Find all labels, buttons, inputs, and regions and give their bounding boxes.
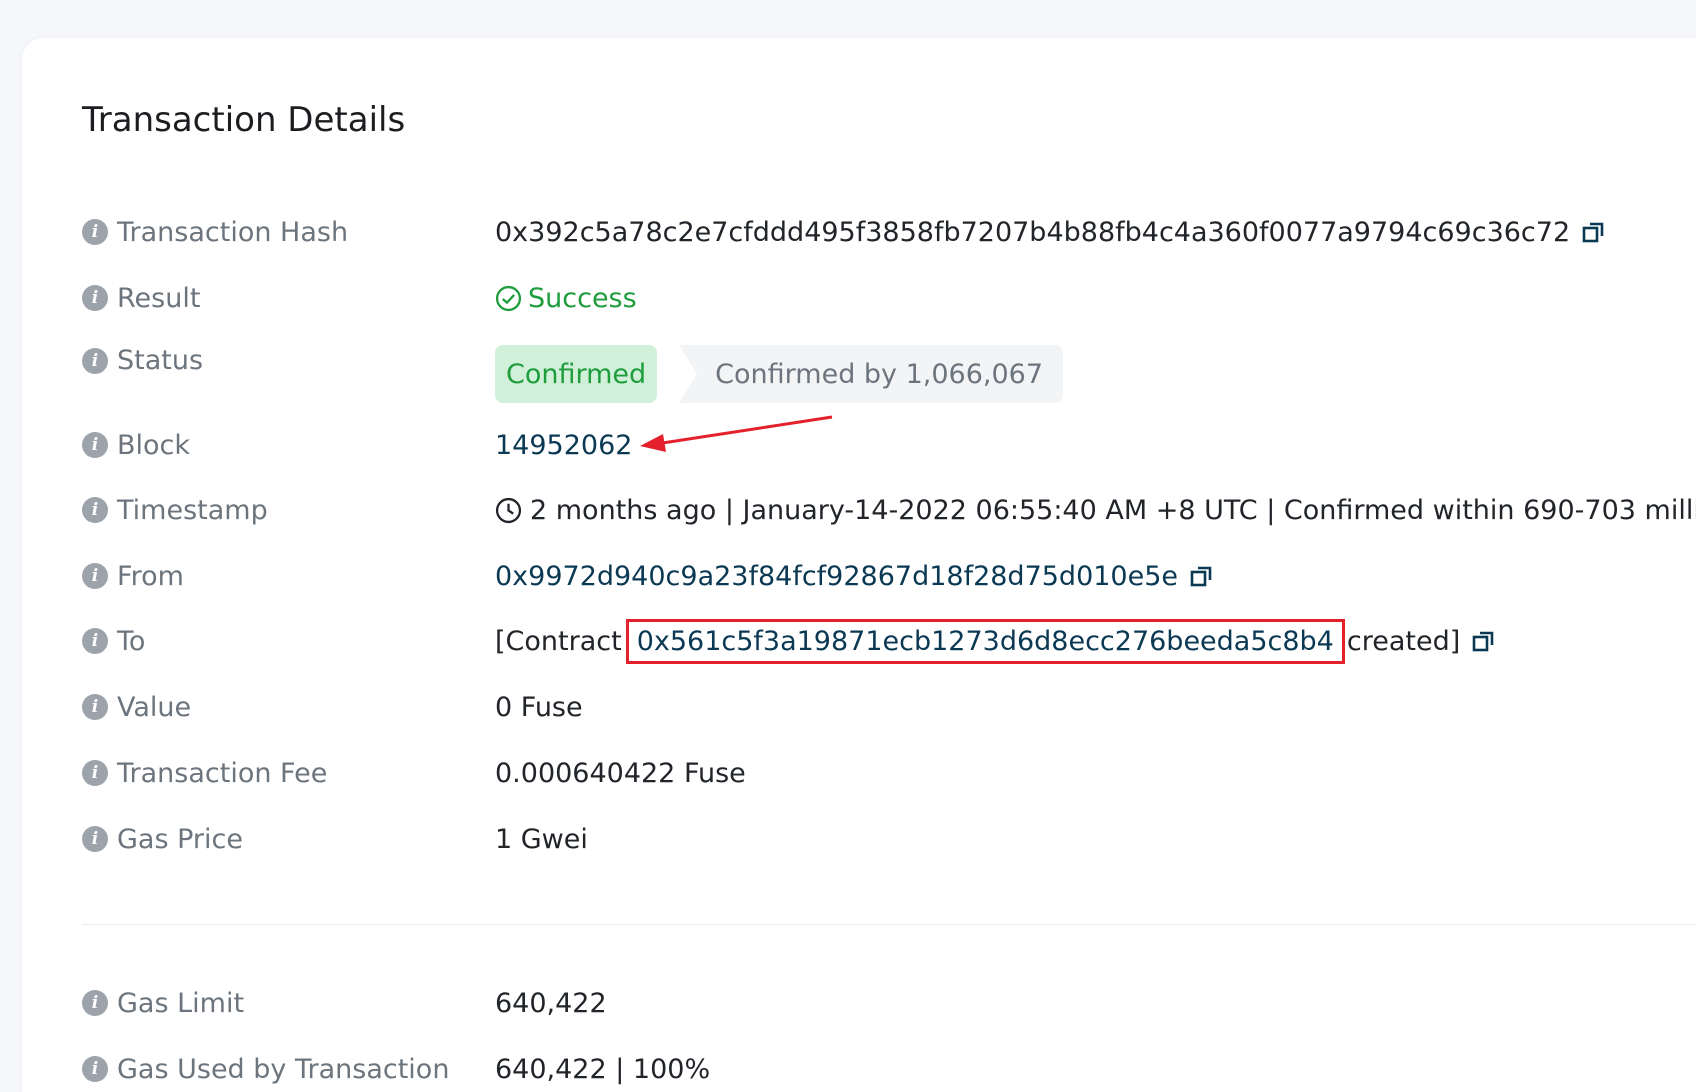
info-icon[interactable]: i [82, 694, 108, 720]
value-amount: 0 Fuse [495, 691, 583, 723]
label-transaction-fee: i Transaction Fee [82, 758, 495, 789]
page-title: Transaction Details [82, 100, 406, 140]
info-icon[interactable]: i [82, 1056, 108, 1082]
info-icon[interactable]: i [82, 219, 108, 245]
info-icon[interactable]: i [82, 285, 108, 311]
value-transaction-fee: 0.000640422 Fuse [495, 757, 746, 789]
row-gas-price: i Gas Price 1 Gwei [82, 819, 588, 859]
info-icon[interactable]: i [82, 432, 108, 458]
label-transaction-hash: i Transaction Hash [82, 217, 495, 248]
label-gas-price: i Gas Price [82, 824, 495, 855]
contract-address-link[interactable]: 0x561c5f3a19871ecb1273d6d8ecc276beeda5c8… [625, 618, 1345, 664]
info-icon[interactable]: i [82, 628, 108, 654]
timestamp-text: 2 months ago | January-14-2022 06:55:40 … [530, 494, 1696, 526]
row-from: i From 0x9972d940c9a23f84fcf92867d18f28d… [82, 556, 1214, 596]
copy-icon[interactable] [1190, 564, 1214, 588]
value-status: Confirmed Confirmed by 1,066,067 [495, 345, 1064, 403]
info-icon[interactable]: i [82, 760, 108, 786]
row-to: i To [Contract 0x561c5f3a19871ecb1273d6d… [82, 618, 1496, 664]
info-icon[interactable]: i [82, 826, 108, 852]
row-block: i Block 14952062 [82, 425, 632, 465]
label-status: i Status [82, 345, 495, 376]
value-transaction-hash: 0x392c5a78c2e7cfddd495f3858fb7207b4b88fb… [495, 217, 1606, 248]
value-block: 14952062 [495, 430, 632, 461]
label-gas-used: i Gas Used by Transaction [82, 1054, 495, 1085]
label-value: i Value [82, 692, 495, 723]
from-address-link[interactable]: 0x9972d940c9a23f84fcf92867d18f28d75d010e… [495, 561, 1178, 592]
value-to: [Contract 0x561c5f3a19871ecb1273d6d8ecc2… [495, 618, 1496, 664]
info-icon[interactable]: i [82, 990, 108, 1016]
row-transaction-fee: i Transaction Fee 0.000640422 Fuse [82, 753, 746, 793]
row-status: i Status Confirmed Confirmed by 1,066,06… [82, 345, 1064, 403]
copy-icon[interactable] [1472, 629, 1496, 653]
clock-icon [495, 497, 522, 523]
value-gas-limit: 640,422 [495, 987, 607, 1019]
value-gas-price: 1 Gwei [495, 823, 588, 855]
row-timestamp: i Timestamp 2 months ago | January-14-20… [82, 490, 1696, 530]
label-timestamp: i Timestamp [82, 495, 495, 526]
label-to: i To [82, 626, 495, 657]
check-circle-icon [495, 285, 522, 311]
row-transaction-hash: i Transaction Hash 0x392c5a78c2e7cfddd49… [82, 212, 1606, 252]
label-from: i From [82, 561, 495, 592]
annotation-arrow [640, 415, 833, 452]
copy-icon[interactable] [1582, 220, 1606, 244]
label-gas-limit: i Gas Limit [82, 988, 495, 1019]
info-icon[interactable]: i [82, 563, 108, 589]
section-divider [82, 924, 1696, 925]
value-result: Success [495, 283, 637, 314]
contract-prefix-text: [Contract [495, 625, 622, 657]
result-status-text: Success [528, 282, 637, 314]
block-number-link[interactable]: 14952062 [495, 430, 632, 461]
confirmed-badge: Confirmed [495, 345, 658, 403]
row-result: i Result Success [82, 278, 637, 318]
contract-suffix-text: created] [1346, 625, 1461, 657]
info-icon[interactable]: i [82, 347, 108, 374]
info-icon[interactable]: i [82, 497, 108, 523]
value-from: 0x9972d940c9a23f84fcf92867d18f28d75d010e… [495, 561, 1214, 592]
row-gas-used: i Gas Used by Transaction 640,422 | 100% [82, 1049, 710, 1089]
row-value: i Value 0 Fuse [82, 687, 583, 727]
label-result: i Result [82, 283, 495, 314]
value-gas-used: 640,422 | 100% [495, 1053, 711, 1085]
transaction-hash-text: 0x392c5a78c2e7cfddd495f3858fb7207b4b88fb… [495, 216, 1571, 248]
row-gas-limit: i Gas Limit 640,422 [82, 983, 607, 1023]
label-block: i Block [82, 430, 495, 461]
value-timestamp: 2 months ago | January-14-2022 06:55:40 … [495, 495, 1696, 526]
confirmations-badge: Confirmed by 1,066,067 [679, 345, 1064, 403]
